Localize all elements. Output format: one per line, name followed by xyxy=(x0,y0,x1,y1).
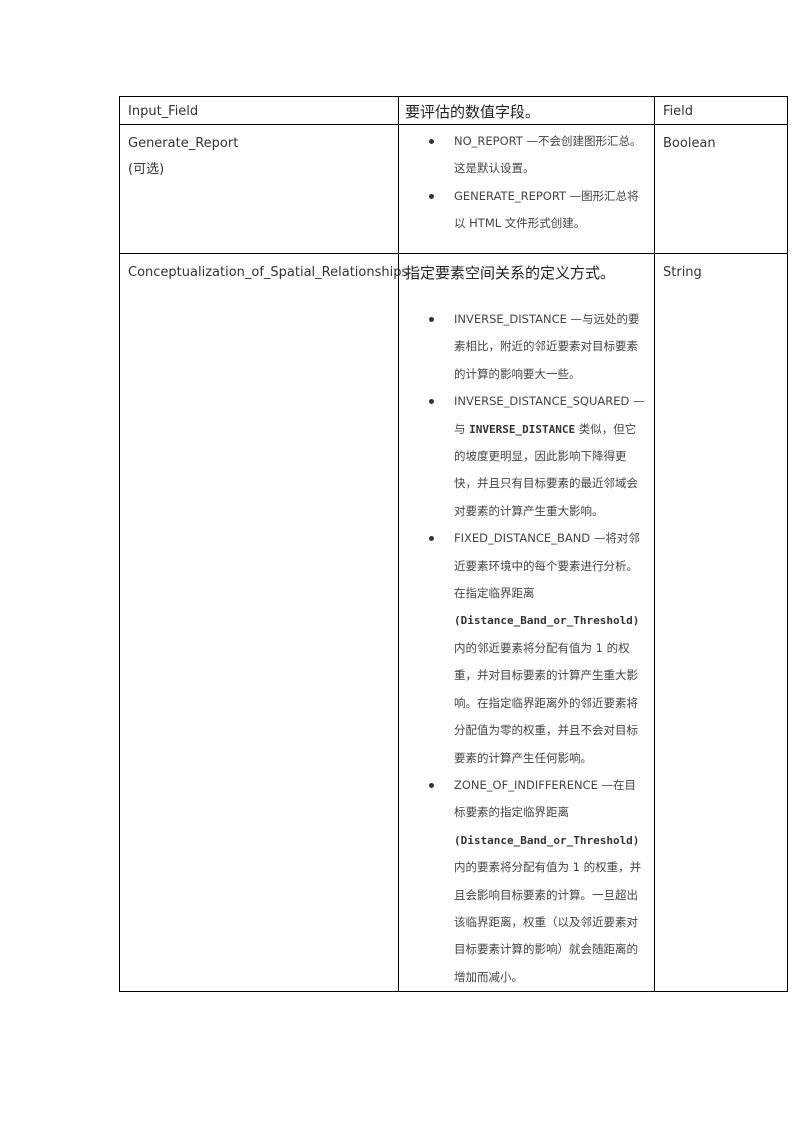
option-item: INVERSE_DISTANCE —与远处的要素相比，附近的邻近要素对目标要素的… xyxy=(399,306,654,388)
param-description: 指定要素空间关系的定义方式。 xyxy=(405,264,616,282)
param-name: Input_Field xyxy=(128,104,199,119)
option-item: GENERATE_REPORT —图形汇总将以 HTML 文件形式创建。 xyxy=(399,183,654,238)
param-desc-cell: 指定要素空间关系的定义方式。 INVERSE_DISTANCE —与远处的要素相… xyxy=(398,252,655,993)
param-name-cell: Conceptualization_of_Spatial_Relationshi… xyxy=(119,252,409,993)
param-type-cell: String xyxy=(654,252,788,993)
table-row: Generate_Report (可选) NO_REPORT —不会创建图形汇总… xyxy=(119,124,788,254)
code-text: (Distance_Band_or_Threshold) xyxy=(454,614,640,628)
option-item: NO_REPORT —不会创建图形汇总。这是默认设置。 xyxy=(399,128,654,183)
param-name: Generate_Report xyxy=(128,136,239,151)
param-description: 要评估的数值字段。 xyxy=(405,103,541,121)
code-text: INVERSE_DISTANCE xyxy=(469,422,576,436)
table-row: Input_Field 要评估的数值字段。 Field xyxy=(119,96,788,125)
option-list: NO_REPORT —不会创建图形汇总。这是默认设置。 GENERATE_REP… xyxy=(399,125,654,238)
param-desc-cell: NO_REPORT —不会创建图形汇总。这是默认设置。 GENERATE_REP… xyxy=(398,124,655,254)
param-type-cell: Boolean xyxy=(654,124,788,254)
optional-label: (可选) xyxy=(128,162,165,177)
param-name-cell: Generate_Report (可选) xyxy=(119,124,399,254)
param-type: Boolean xyxy=(663,136,716,151)
param-type-cell: Field xyxy=(654,96,788,125)
option-text: 内的邻近要素将分配有值为 1 的权重，并对目标要素的计算产生重大影响。在指定临界… xyxy=(454,640,638,765)
option-text: ZONE_OF_INDIFFERENCE —在目标要素的指定临界距离 xyxy=(454,777,637,820)
param-desc-cell: 要评估的数值字段。 xyxy=(398,96,655,125)
param-name-cell: Input_Field xyxy=(119,96,399,125)
param-type: Field xyxy=(663,104,694,119)
option-list: INVERSE_DISTANCE —与远处的要素相比，附近的邻近要素对目标要素的… xyxy=(399,306,654,991)
option-item: INVERSE_DISTANCE_SQUARED —与 INVERSE_DIST… xyxy=(399,388,654,525)
option-text: FIXED_DISTANCE_BAND —将对邻近要素环境中的每个要素进行分析。… xyxy=(454,531,640,601)
param-name: Conceptualization_of_Spatial_Relationshi… xyxy=(128,265,409,280)
code-text: (Distance_Band_or_Threshold) xyxy=(454,833,640,847)
param-type: String xyxy=(663,265,702,280)
option-item: ZONE_OF_INDIFFERENCE —在目标要素的指定临界距离 (Dist… xyxy=(399,772,654,991)
table-row: Conceptualization_of_Spatial_Relationshi… xyxy=(119,252,788,993)
parameter-table: Input_Field 要评估的数值字段。 Field Generate_Rep… xyxy=(119,96,788,993)
option-text: 类似，但它的坡度更明显，因此影响下降得更快，并且只有目标要素的最近邻域会对要素的… xyxy=(454,421,638,518)
option-text: 内的要素将分配有值为 1 的权重，并且会影响目标要素的计算。一旦超出该临界距离，… xyxy=(454,860,642,984)
option-item: FIXED_DISTANCE_BAND —将对邻近要素环境中的每个要素进行分析。… xyxy=(399,525,654,772)
